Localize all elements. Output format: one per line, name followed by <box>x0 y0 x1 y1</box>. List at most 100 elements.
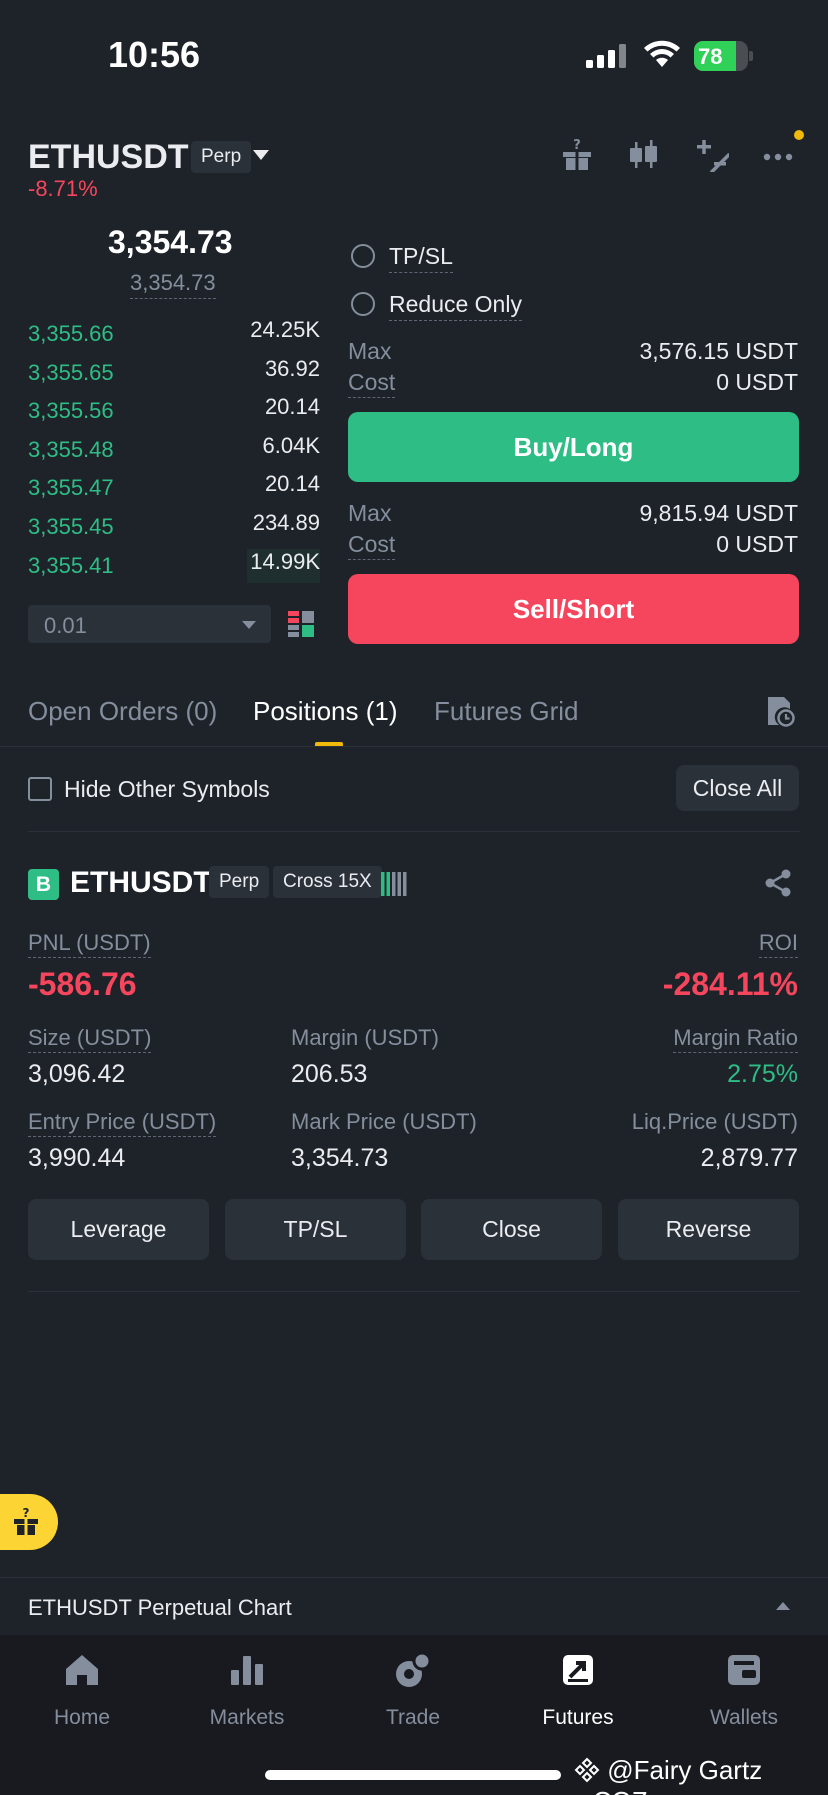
close-all-button[interactable]: Close All <box>676 765 799 811</box>
orderbook-price: 3,355.45 <box>28 514 114 539</box>
reduce-only-radio[interactable] <box>351 292 375 316</box>
precision-value: 0.01 <box>44 613 87 638</box>
orderbook-price: 3,355.65 <box>28 359 114 385</box>
orderbook-price: 3,355.56 <box>28 398 114 424</box>
floating-task-button[interactable]: ? <box>0 1494 58 1550</box>
precision-select[interactable]: 0.01 <box>28 605 271 643</box>
size-label[interactable]: Size (USDT) <box>28 1025 152 1053</box>
candlestick-chart-icon[interactable] <box>627 138 661 172</box>
close-position-button[interactable]: Close <box>421 1199 602 1260</box>
divider <box>28 831 800 832</box>
buy-max-value: 3,576.15 USDT <box>639 338 798 364</box>
margin-value: 206.53 <box>291 1060 368 1088</box>
orderbook-price: 3,355.66 <box>28 321 114 346</box>
symbol-dropdown-icon[interactable] <box>253 150 269 160</box>
pnl-label[interactable]: PNL (USDT) <box>28 930 151 958</box>
tpsl-label[interactable]: TP/SL <box>389 243 453 273</box>
orderbook-row[interactable]: 3,355.56 20.14 <box>28 394 320 426</box>
size-value: 3,096.42 <box>28 1060 126 1088</box>
tab-futures-grid[interactable]: Futures Grid <box>434 696 579 727</box>
nav-label: Futures <box>542 1706 614 1729</box>
nav-futures[interactable]: Futures <box>523 1650 633 1730</box>
tpsl-radio[interactable] <box>351 244 375 268</box>
svg-text:?: ? <box>573 138 581 153</box>
battery-icon: 78 <box>694 41 753 71</box>
buy-long-button[interactable]: Buy/Long <box>348 412 799 482</box>
orderbook-row[interactable]: 3,355.65 36.92 <box>28 356 320 388</box>
last-price: 3,354.73 <box>108 224 233 260</box>
orderbook-qty: 14.99K <box>250 548 320 574</box>
margin-label: Margin (USDT) <box>291 1025 439 1050</box>
contract-type-badge: Perp <box>191 141 252 173</box>
watermark-text: @Fairy Gartz wCOZ <box>574 1755 763 1795</box>
buy-cost-value: 0 USDT <box>716 369 798 395</box>
more-icon[interactable] <box>762 138 796 172</box>
wallet-icon <box>728 1655 760 1685</box>
watermark: @Fairy Gartz wCOZ <box>574 1755 828 1795</box>
trade-icon <box>396 1651 432 1687</box>
leverage-button[interactable]: Leverage <box>28 1199 209 1260</box>
nav-trade[interactable]: Trade <box>358 1650 468 1730</box>
bar-chart-icon <box>231 1656 263 1685</box>
buy-cost-label[interactable]: Cost <box>348 369 396 398</box>
tabs-divider <box>0 746 828 747</box>
task-center-icon[interactable]: ? <box>560 138 594 172</box>
nav-label: Trade <box>385 1706 441 1729</box>
symbol-title[interactable]: ETHUSDT <box>28 138 189 177</box>
status-time: 10:56 <box>108 34 201 75</box>
margin-ratio-label[interactable]: Margin Ratio <box>673 1025 798 1053</box>
tpsl-button[interactable]: TP/SL <box>225 1199 406 1260</box>
orderbook-qty: 6.04K <box>262 432 321 458</box>
mark-price[interactable]: 3,354.73 <box>130 270 216 299</box>
orderbook-price: 3,355.41 <box>28 552 114 578</box>
binance-logo-icon <box>574 1757 600 1783</box>
orderbook-qty: 20.14 <box>264 471 320 497</box>
divider <box>28 1291 800 1292</box>
tab-open-orders[interactable]: Open Orders (0) <box>28 696 217 727</box>
home-indicator[interactable] <box>265 1770 561 1780</box>
tab-positions[interactable]: Positions (1) <box>253 696 398 727</box>
order-history-icon[interactable] <box>765 695 795 727</box>
nav-label: Markets <box>209 1706 285 1729</box>
orderbook-layout-icon[interactable] <box>287 610 315 638</box>
reduce-only-label[interactable]: Reduce Only <box>389 291 522 321</box>
side-badge: B <box>28 869 59 900</box>
roi-label[interactable]: ROI <box>758 930 798 958</box>
orderbook-qty: 24.25K <box>250 317 320 342</box>
chart-drawer-label[interactable]: ETHUSDT Perpetual Chart <box>28 1595 292 1621</box>
nav-markets[interactable]: Markets <box>192 1650 302 1730</box>
entry-price-label[interactable]: Entry Price (USDT) <box>28 1109 217 1137</box>
nav-label: Home <box>53 1706 111 1729</box>
notification-dot <box>794 130 804 140</box>
orderbook-price: 3,355.48 <box>28 436 114 462</box>
nav-label: Wallets <box>709 1706 779 1729</box>
home-icon <box>66 1655 98 1685</box>
orderbook-row[interactable]: 3,355.47 20.14 <box>28 471 320 503</box>
chevron-down-icon <box>242 621 256 629</box>
hide-other-symbols-label[interactable]: Hide Other Symbols <box>64 776 270 803</box>
cellular-signal-icon <box>586 44 626 68</box>
pnl-value: -586.76 <box>28 966 137 1002</box>
calculator-icon[interactable] <box>695 138 729 172</box>
chevron-up-icon[interactable] <box>776 1602 790 1610</box>
reverse-button[interactable]: Reverse <box>618 1199 799 1260</box>
margin-ratio-value: 2.75% <box>727 1060 798 1088</box>
orderbook-row[interactable]: 3,355.45 234.89 <box>28 510 320 542</box>
sell-cost-label[interactable]: Cost <box>348 531 396 560</box>
liq-price-label: Liq.Price (USDT) <box>631 1109 798 1134</box>
mark-price-label: Mark Price (USDT) <box>291 1109 477 1134</box>
orderbook-row[interactable]: 3,355.41 14.99K <box>28 548 320 583</box>
nav-home[interactable]: Home <box>27 1650 137 1730</box>
futures-icon <box>563 1655 593 1685</box>
position-symbol[interactable]: ETHUSDT <box>70 866 212 900</box>
sell-short-button[interactable]: Sell/Short <box>348 574 799 644</box>
nav-wallets[interactable]: Wallets <box>689 1650 799 1730</box>
hide-other-symbols-checkbox[interactable] <box>28 777 52 801</box>
orderbook-row[interactable]: 3,355.48 6.04K <box>28 433 320 465</box>
share-icon[interactable] <box>763 868 793 898</box>
orderbook-row[interactable]: 3,355.66 24.25K <box>28 317 320 349</box>
entry-price-value: 3,990.44 <box>28 1144 126 1172</box>
margin-mode-badge[interactable]: Cross 15X <box>273 866 382 898</box>
svg-text:?: ? <box>23 1507 30 1520</box>
orderbook-qty: 36.92 <box>264 355 320 381</box>
